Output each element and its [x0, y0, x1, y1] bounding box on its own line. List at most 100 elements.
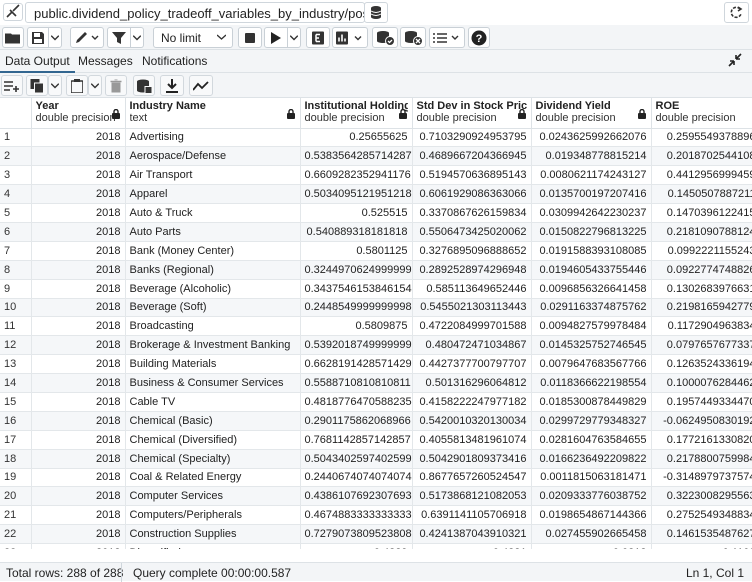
column-header-industry-name[interactable]: Industry Name text — [125, 98, 300, 128]
table-cell[interactable]: 0.1450507887211 — [651, 185, 752, 204]
table-cell[interactable]: 0.3276895096888652 — [412, 241, 531, 260]
save-data-icon[interactable] — [133, 75, 155, 96]
column-header-std-dev[interactable]: Std Dev in Stock Prices double precision — [412, 98, 531, 128]
table-cell[interactable]: Building Materials — [125, 355, 300, 374]
table-cell[interactable]: -0.0624950830192 — [651, 411, 752, 430]
table-cell[interactable]: 0.4689667204366945 — [412, 147, 531, 166]
table-cell[interactable]: 0.4427377700797707 — [412, 355, 531, 374]
table-row[interactable]: 12018Advertising0.256556250.710329092495… — [0, 128, 752, 147]
column-header-roe[interactable]: ROE double precision — [651, 98, 752, 128]
table-cell[interactable]: 0.3244970624999999 — [300, 260, 412, 279]
table-cell[interactable]: 2018 — [31, 355, 125, 374]
table-row[interactable]: 42018Apparel0.50340951219512180.60619290… — [0, 185, 752, 204]
table-cell[interactable]: 0.1263524336194 — [651, 355, 752, 374]
table-cell[interactable]: 2018 — [31, 147, 125, 166]
table-row[interactable]: 62018Auto Parts0.5408893181818180.550647… — [0, 222, 752, 241]
table-cell[interactable]: 0.0094827579978484 — [531, 317, 651, 336]
table-cell[interactable]: Auto Parts — [125, 222, 300, 241]
table-row[interactable]: 132018Building Materials0.66281914285714… — [0, 355, 752, 374]
table-cell[interactable]: 0.5173868121082053 — [412, 487, 531, 506]
tab-data-output[interactable]: Data Output — [0, 50, 75, 73]
table-cell[interactable]: 2018 — [31, 241, 125, 260]
table-cell[interactable]: 0.6628191428571429 — [300, 355, 412, 374]
table-cell[interactable]: 2018 — [31, 128, 125, 147]
table-cell[interactable]: 0.5809875 — [300, 317, 412, 336]
table-cell[interactable]: 0.4412956999459 — [651, 166, 752, 185]
table-cell[interactable]: 0.2440674074074074 — [300, 468, 412, 487]
table-cell[interactable]: 2018 — [31, 317, 125, 336]
table-cell[interactable]: Bank (Money Center) — [125, 241, 300, 260]
table-cell[interactable]: 0.6391141105706918 — [412, 506, 531, 525]
table-cell[interactable]: 0.5420010320130034 — [412, 411, 531, 430]
table-cell[interactable]: Business & Consumer Services — [125, 374, 300, 393]
table-row[interactable]: 232018Diversified0.48290.42310.02130.110… — [0, 544, 752, 549]
table-row[interactable]: 222018Construction Supplies0.72790738095… — [0, 525, 752, 544]
table-row[interactable]: 182018Chemical (Specialty)0.504340259740… — [0, 449, 752, 468]
table-cell[interactable]: 0.2892528974296948 — [412, 260, 531, 279]
table-row[interactable]: 102018Beverage (Soft)0.24485499999999980… — [0, 298, 752, 317]
table-cell[interactable]: 0.0194605433755446 — [531, 260, 651, 279]
table-cell[interactable]: Cable TV — [125, 392, 300, 411]
filter-icon[interactable] — [107, 27, 131, 48]
table-row[interactable]: 122018Brokerage & Investment Banking0.53… — [0, 336, 752, 355]
delete-icon[interactable] — [105, 75, 127, 96]
table-row[interactable]: 152018Cable TV0.48187764705882350.415822… — [0, 392, 752, 411]
commit-icon[interactable] — [372, 27, 398, 48]
table-cell[interactable]: 0.0299729779348327 — [531, 411, 651, 430]
table-cell[interactable]: Advertising — [125, 128, 300, 147]
table-cell[interactable]: Computers/Peripherals — [125, 506, 300, 525]
table-cell[interactable]: Chemical (Basic) — [125, 411, 300, 430]
table-cell[interactable]: 0.1102 — [651, 544, 752, 549]
table-cell[interactable]: 0.0291163374875762 — [531, 298, 651, 317]
table-cell[interactable]: 2018 — [31, 260, 125, 279]
table-cell[interactable]: 2018 — [31, 204, 125, 223]
collapse-panel-icon[interactable] — [728, 53, 742, 70]
explain-analyze-icon[interactable] — [332, 27, 368, 48]
table-cell[interactable]: 0.4158222247977182 — [412, 392, 531, 411]
table-cell[interactable]: Beverage (Alcoholic) — [125, 279, 300, 298]
disconnect-icon[interactable] — [3, 3, 23, 21]
connection-title[interactable]: public.dividend_policy_tradeoff_variable… — [25, 2, 365, 23]
table-cell[interactable]: 0.525515 — [300, 204, 412, 223]
table-cell[interactable]: 0.7279073809523808 — [300, 525, 412, 544]
table-cell[interactable]: 0.2018702544108 — [651, 147, 752, 166]
table-cell[interactable]: 2018 — [31, 336, 125, 355]
open-file-icon[interactable] — [2, 27, 24, 48]
table-cell[interactable]: 0.3223008295563 — [651, 487, 752, 506]
table-cell[interactable]: 0.4674883333333333 — [300, 506, 412, 525]
table-row[interactable]: 192018Coal & Related Energy0.24406740740… — [0, 468, 752, 487]
table-row[interactable]: 112018Broadcasting0.58098750.47220849997… — [0, 317, 752, 336]
execute-play-icon[interactable] — [264, 27, 288, 48]
database-icon[interactable] — [364, 2, 388, 23]
tab-messages[interactable]: Messages — [73, 50, 138, 73]
table-cell[interactable]: 0.4231 — [412, 544, 531, 549]
table-row[interactable]: 172018Chemical (Diversified)0.7681142857… — [0, 430, 752, 449]
table-cell[interactable]: 0.0191588393108085 — [531, 241, 651, 260]
table-cell[interactable]: 0.480472471034867 — [412, 336, 531, 355]
table-cell[interactable]: 0.25655625 — [300, 128, 412, 147]
rollback-icon[interactable] — [400, 27, 426, 48]
table-cell[interactable]: 2018 — [31, 506, 125, 525]
execute-dropdown-chevron-icon[interactable] — [288, 27, 301, 48]
table-cell[interactable]: 2018 — [31, 544, 125, 549]
table-cell[interactable]: Chemical (Specialty) — [125, 449, 300, 468]
table-row[interactable]: 142018Business & Consumer Services0.5588… — [0, 374, 752, 393]
table-cell[interactable]: 0.585113649652446 — [412, 279, 531, 298]
table-cell[interactable]: 0.8677657260524547 — [412, 468, 531, 487]
table-cell[interactable]: 0.0011815063181471 — [531, 468, 651, 487]
table-cell[interactable]: 0.4386107692307693 — [300, 487, 412, 506]
table-cell[interactable]: 0.1302683976631 — [651, 279, 752, 298]
table-cell[interactable]: 0.4829 — [300, 544, 412, 549]
graph-visualiser-icon[interactable] — [189, 75, 213, 96]
filter-dropdown-chevron-icon[interactable] — [131, 27, 144, 48]
table-cell[interactable]: Beverage (Soft) — [125, 298, 300, 317]
table-cell[interactable]: 0.5506473425020062 — [412, 222, 531, 241]
table-cell[interactable]: 2018 — [31, 374, 125, 393]
table-cell[interactable]: 0.4818776470588235 — [300, 392, 412, 411]
table-cell[interactable]: 0.027455902665458 — [531, 525, 651, 544]
paste-icon[interactable] — [66, 75, 88, 96]
table-cell[interactable]: 0.2595549378896 — [651, 128, 752, 147]
table-row[interactable]: 32018Air Transport0.66092823529411760.51… — [0, 166, 752, 185]
table-cell[interactable]: Brokerage & Investment Banking — [125, 336, 300, 355]
table-cell[interactable]: 2018 — [31, 449, 125, 468]
